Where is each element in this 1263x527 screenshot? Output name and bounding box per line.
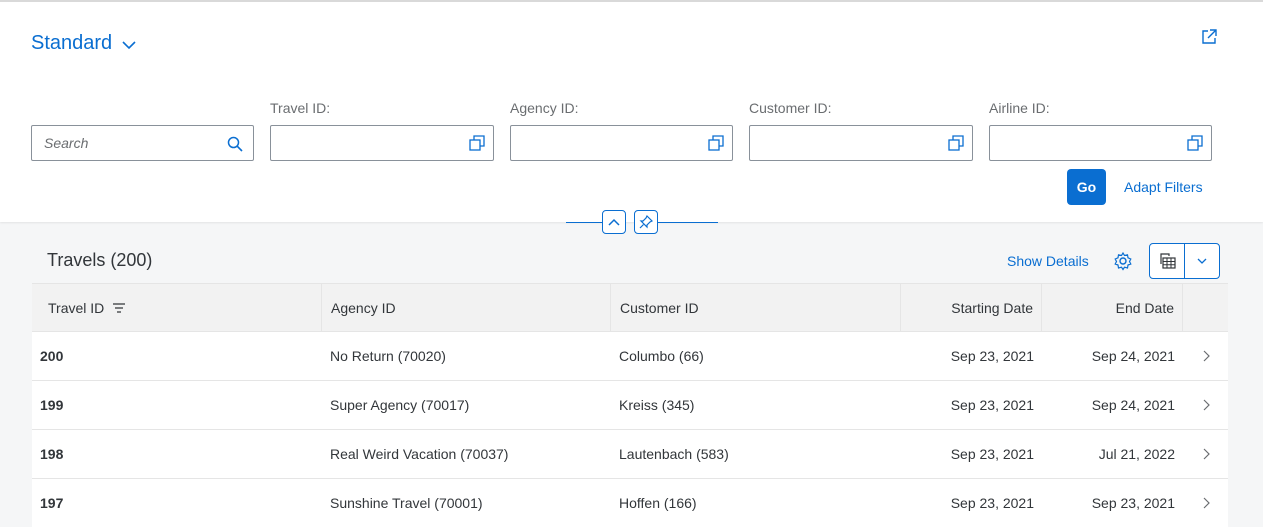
- column-header-label: Agency ID: [331, 300, 396, 316]
- customer-cell: Hoffen (166): [619, 495, 697, 511]
- chevron-right-icon: [1203, 448, 1210, 460]
- column-header-label: Travel ID: [48, 300, 105, 316]
- value-help-icon[interactable]: [948, 135, 964, 151]
- travel-id-cell: 198: [40, 446, 64, 462]
- variant-title: Standard: [31, 32, 113, 54]
- row-navigation[interactable]: [1183, 430, 1228, 478]
- table-row[interactable]: 197 Sunshine Travel (70001) Hoffen (166)…: [32, 479, 1228, 527]
- column-header-label: Customer ID: [620, 300, 699, 316]
- chevron-right-icon: [1203, 399, 1210, 411]
- column-header-starting-date[interactable]: Starting Date: [901, 284, 1042, 332]
- starting-date-cell: Sep 23, 2021: [950, 495, 1034, 511]
- column-header-agency-id[interactable]: Agency ID: [322, 284, 611, 332]
- adapt-filters-button[interactable]: Adapt Filters: [1124, 179, 1203, 195]
- travel-id-cell: 197: [40, 495, 64, 511]
- end-date-cell: Jul 21, 2022: [1098, 446, 1175, 462]
- column-header-travel-id[interactable]: Travel ID: [32, 284, 322, 332]
- export-spreadsheet-icon: [1160, 253, 1176, 269]
- agency-cell: Super Agency (70017): [330, 397, 470, 413]
- row-navigation[interactable]: [1183, 332, 1228, 380]
- end-date-cell: Sep 23, 2021: [1091, 495, 1175, 511]
- row-navigation[interactable]: [1183, 381, 1228, 429]
- value-help-icon[interactable]: [708, 135, 724, 151]
- pin-icon: [639, 215, 653, 229]
- travel-id-field[interactable]: [270, 125, 494, 161]
- end-date-cell: Sep 24, 2021: [1091, 348, 1175, 364]
- customer-cell: Kreiss (345): [619, 397, 695, 413]
- chevron-right-icon: [1203, 497, 1210, 509]
- settings-button[interactable]: [1113, 251, 1133, 271]
- row-navigation[interactable]: [1183, 479, 1228, 527]
- table-row[interactable]: 200 No Return (70020) Columbo (66) Sep 2…: [32, 332, 1228, 381]
- agency-id-field[interactable]: [510, 125, 733, 161]
- table-title: Travels (200): [47, 250, 153, 270]
- filter-bar-header: Standard Travel ID: Agency ID:: [0, 0, 1263, 222]
- agency-id-label: Agency ID:: [510, 100, 579, 116]
- value-help-icon[interactable]: [1187, 135, 1203, 151]
- chevron-down-icon: [122, 37, 136, 55]
- travel-id-label: Travel ID:: [270, 100, 331, 116]
- search-field[interactable]: [31, 125, 254, 161]
- share-icon: [1202, 29, 1217, 44]
- search-icon[interactable]: [227, 136, 243, 152]
- agency-cell: No Return (70020): [330, 348, 446, 364]
- travels-table: Travel ID Agency ID Customer ID Starting…: [32, 283, 1228, 527]
- travel-id-cell: 199: [40, 397, 64, 413]
- airline-id-field[interactable]: [989, 125, 1212, 161]
- travel-id-cell: 200: [40, 348, 64, 364]
- column-header-label: Starting Date: [951, 300, 1033, 316]
- collapse-header-button[interactable]: [602, 210, 626, 234]
- variant-selector[interactable]: Standard: [31, 32, 136, 55]
- starting-date-cell: Sep 23, 2021: [950, 348, 1034, 364]
- airline-id-label: Airline ID:: [989, 100, 1050, 116]
- chevron-right-icon: [1203, 350, 1210, 362]
- column-header-customer-id[interactable]: Customer ID: [611, 284, 901, 332]
- column-header-navigation: [1183, 284, 1228, 332]
- agency-cell: Sunshine Travel (70001): [330, 495, 483, 511]
- export-menu-button[interactable]: [1185, 244, 1219, 278]
- export-button-group: [1149, 243, 1220, 279]
- export-button[interactable]: [1150, 244, 1185, 278]
- column-header-end-date[interactable]: End Date: [1042, 284, 1183, 332]
- starting-date-cell: Sep 23, 2021: [950, 446, 1034, 462]
- show-details-button[interactable]: Show Details: [1007, 253, 1089, 269]
- table-row[interactable]: 199 Super Agency (70017) Kreiss (345) Se…: [32, 381, 1228, 430]
- chevron-down-icon: [1197, 258, 1207, 264]
- go-button[interactable]: Go: [1067, 169, 1106, 205]
- agency-cell: Real Weird Vacation (70037): [330, 446, 509, 462]
- sort-descending-icon: [113, 303, 126, 313]
- table-header-row: Travel ID Agency ID Customer ID Starting…: [32, 283, 1228, 332]
- customer-id-field[interactable]: [749, 125, 973, 161]
- table-row[interactable]: 198 Real Weird Vacation (70037) Lautenba…: [32, 430, 1228, 479]
- customer-id-label: Customer ID:: [749, 100, 832, 116]
- search-input[interactable]: [44, 135, 214, 151]
- starting-date-cell: Sep 23, 2021: [950, 397, 1034, 413]
- customer-cell: Columbo (66): [619, 348, 704, 364]
- pin-header-button[interactable]: [634, 210, 658, 234]
- collapse-divider: [566, 222, 602, 223]
- value-help-icon[interactable]: [469, 135, 485, 151]
- end-date-cell: Sep 24, 2021: [1091, 397, 1175, 413]
- gear-icon: [1114, 251, 1132, 271]
- chevron-up-icon: [608, 218, 620, 226]
- column-header-label: End Date: [1115, 300, 1174, 316]
- collapse-divider: [658, 222, 718, 223]
- share-button[interactable]: [1198, 26, 1220, 48]
- customer-cell: Lautenbach (583): [619, 446, 729, 462]
